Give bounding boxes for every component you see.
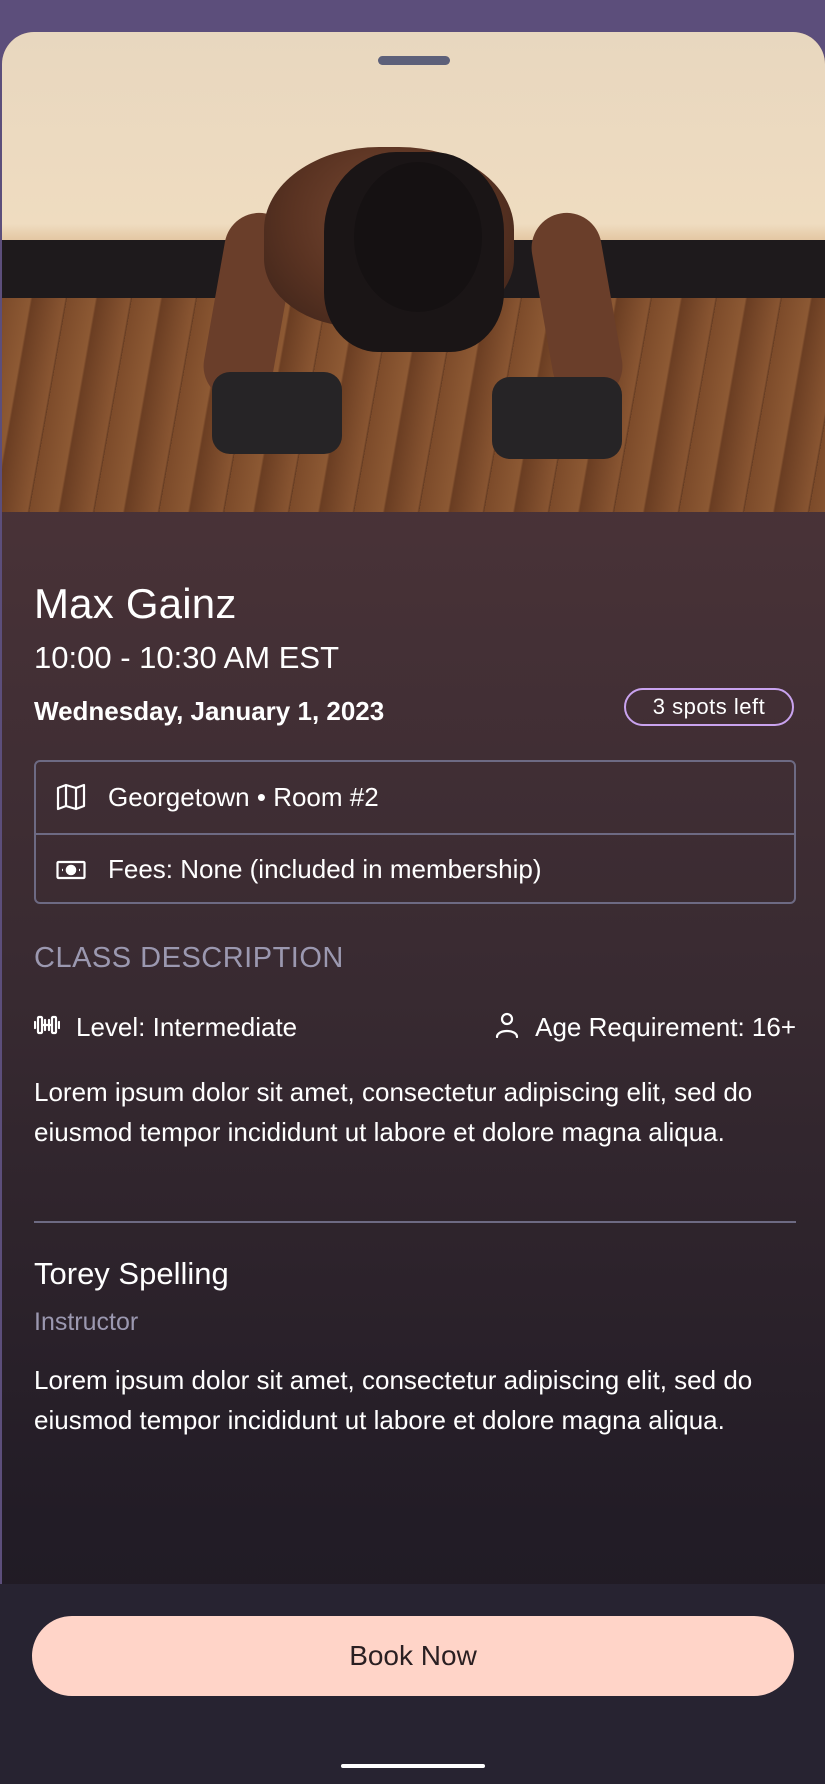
class-time: 10:00 - 10:30 AM EST [34, 640, 340, 675]
class-description-heading: CLASS DESCRIPTION [34, 942, 344, 974]
fees-text: Fees: None (included in membership) [108, 854, 542, 884]
bottom-action-bar: Book Now [0, 1584, 825, 1784]
drag-handle[interactable] [378, 56, 450, 65]
location-text: Georgetown • Room #2 [108, 781, 379, 812]
instructor-name: Torey Spelling [34, 1256, 229, 1291]
map-icon [54, 782, 88, 812]
class-hero-image [2, 32, 825, 512]
screen: Max Gainz 10:00 - 10:30 AM EST Wednesday… [0, 0, 825, 1784]
class-detail-sheet: Max Gainz 10:00 - 10:30 AM EST Wednesday… [2, 32, 825, 1784]
book-now-button[interactable]: Book Now [32, 1616, 794, 1696]
age-requirement-info: Age Requirement: 16+ [495, 1012, 796, 1043]
class-date: Wednesday, January 1, 2023 [34, 696, 385, 726]
cash-icon [54, 855, 88, 885]
instructor-bio: Lorem ipsum dolor sit amet, consectetur … [34, 1365, 753, 1435]
dumbbell-icon [33, 1014, 61, 1041]
level-text: Level: Intermediate [76, 1012, 298, 1042]
level-info: Level: Intermediate [33, 1012, 298, 1043]
fees-row: Fees: None (included in membership) [36, 833, 794, 904]
spots-left-badge: 3 spots left [624, 688, 794, 726]
location-row: Georgetown • Room #2 [36, 762, 794, 832]
home-indicator[interactable] [341, 1764, 485, 1768]
section-divider [34, 1221, 796, 1223]
class-info-box: Georgetown • Room #2 Fees: None (include… [34, 760, 796, 904]
person-icon [495, 1012, 519, 1043]
age-requirement-text: Age Requirement: 16+ [535, 1012, 796, 1042]
class-title: Max Gainz [34, 580, 237, 627]
instructor-role: Instructor [34, 1308, 139, 1336]
class-description-text: Lorem ipsum dolor sit amet, consectetur … [34, 1077, 753, 1147]
